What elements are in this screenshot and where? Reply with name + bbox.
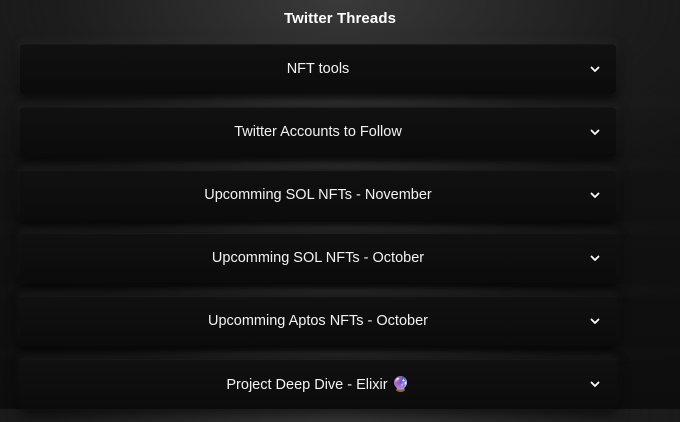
accordion-item-label: Upcomming Aptos NFTs - October <box>208 313 428 329</box>
accordion-item-aptos-october[interactable]: Upcomming Aptos NFTs - October <box>20 296 616 346</box>
twitter-threads-page: Twitter Threads NFT tools Twitter Accoun… <box>0 0 680 409</box>
accordion-item-sol-november[interactable]: Upcomming SOL NFTs - November <box>20 170 616 220</box>
accordion-item-label: Upcomming SOL NFTs - November <box>204 187 432 203</box>
chevron-down-icon[interactable] <box>588 125 602 139</box>
page-title: Twitter Threads <box>283 10 397 27</box>
accordion-item-label: NFT tools <box>286 61 350 77</box>
accordion-item-label: Project Deep Dive - Elixir 🔮 <box>226 376 410 393</box>
chevron-down-icon[interactable] <box>588 314 602 328</box>
chevron-down-icon[interactable] <box>588 62 602 76</box>
accordion-item-sol-october[interactable]: Upcomming SOL NFTs - October <box>20 233 616 283</box>
accordion-item-deep-dive-elixir[interactable]: Project Deep Dive - Elixir 🔮 <box>20 359 616 409</box>
chevron-down-icon[interactable] <box>588 188 602 202</box>
accordion-item-label: Upcomming SOL NFTs - October <box>211 250 425 266</box>
accordion-item-label: Twitter Accounts to Follow <box>234 124 402 140</box>
accordion-item-twitter-accounts[interactable]: Twitter Accounts to Follow <box>20 107 616 157</box>
threads-accordion: NFT tools Twitter Accounts to Follow Upc… <box>20 44 616 422</box>
chevron-down-icon[interactable] <box>588 251 602 265</box>
accordion-item-nft-tools[interactable]: NFT tools <box>20 44 616 94</box>
chevron-down-icon[interactable] <box>588 377 602 391</box>
